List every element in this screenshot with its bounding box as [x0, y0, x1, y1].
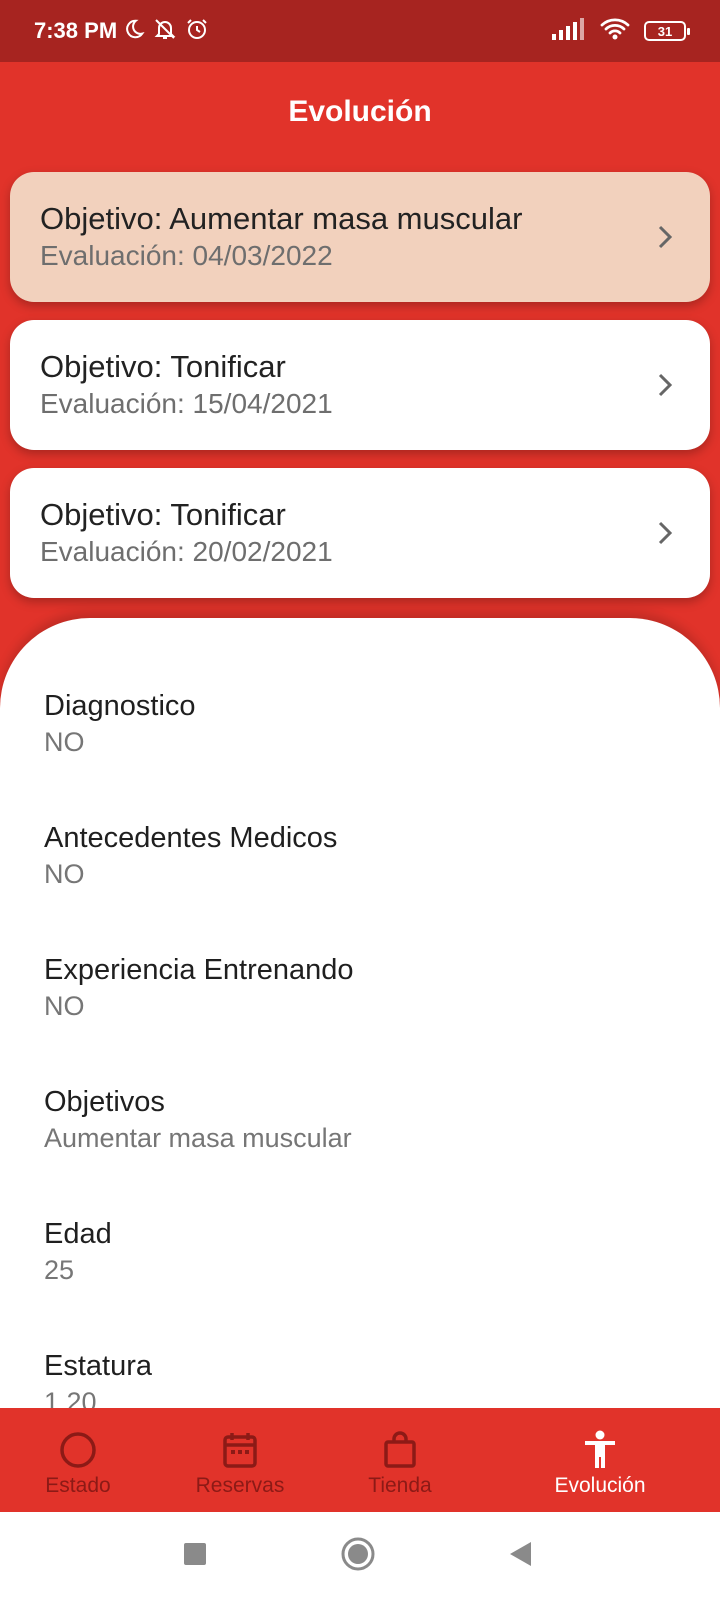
nav-label: Reservas [195, 1474, 285, 1497]
nav-item-tienda[interactable]: Tienda [340, 1408, 460, 1512]
alarm-icon [185, 17, 209, 46]
status-time: 7:38 PM [34, 18, 118, 43]
nav-label: Estado [45, 1474, 111, 1497]
battery-icon: 31 [644, 21, 690, 41]
detail-item: Diagnostico NO [44, 688, 676, 820]
nav-item-estado[interactable]: Estado [18, 1408, 138, 1512]
moon-icon [123, 18, 145, 45]
nav-label: Evolución [554, 1474, 646, 1497]
detail-item: Estatura 1.20 [44, 1348, 676, 1408]
evaluation-date: Evaluación: 15/04/2021 [40, 388, 333, 419]
detail-label: Edad [44, 1218, 112, 1250]
bottom-navigation: Estado Reservas Tienda Evolución [0, 1408, 720, 1512]
detail-item: Experiencia Entrenando NO [44, 952, 676, 1084]
detail-label: Diagnostico [44, 690, 196, 722]
detail-item: Objetivos Aumentar masa muscular [44, 1084, 676, 1216]
detail-label: Experiencia Entrenando [44, 954, 354, 986]
detail-label: Antecedentes Medicos [44, 822, 338, 854]
calendar-icon [222, 1430, 258, 1470]
detail-label: Estatura [44, 1350, 152, 1382]
detail-panel[interactable]: Diagnostico NO Antecedentes Medicos NO E… [0, 618, 720, 1408]
evaluation-date: Evaluación: 04/03/2022 [40, 240, 333, 271]
evaluation-card[interactable]: Objetivo: Tonificar Evaluación: 15/04/20… [10, 320, 710, 450]
detail-value: 25 [44, 1255, 75, 1285]
evaluation-goal: Objetivo: Tonificar [40, 349, 286, 384]
app-header: Evolución [0, 62, 720, 162]
chevron-right-icon [650, 518, 680, 548]
status-bar: 7:38 PM 31 [0, 0, 720, 62]
evaluation-goal: Objetivo: Tonificar [40, 497, 286, 532]
detail-value: Aumentar masa muscular [44, 1123, 352, 1153]
back-button[interactable] [500, 1534, 540, 1574]
system-navigation-bar [0, 1512, 720, 1600]
nav-item-evolucion[interactable]: Evolución [530, 1408, 670, 1512]
shopping-bag-icon [383, 1430, 417, 1470]
detail-value: NO [44, 859, 85, 889]
detail-item: Antecedentes Medicos NO [44, 820, 676, 952]
nav-label: Tienda [368, 1474, 432, 1497]
accessibility-icon [583, 1430, 617, 1470]
detail-value: 1.20 [44, 1387, 97, 1408]
detail-label: Objetivos [44, 1086, 165, 1118]
chevron-right-icon [650, 222, 680, 252]
detail-item: Edad 25 [44, 1216, 676, 1348]
wifi-icon [600, 17, 630, 46]
nav-item-reservas[interactable]: Reservas [180, 1408, 300, 1512]
page-title: Evolución [288, 95, 432, 128]
recent-apps-button[interactable] [175, 1534, 215, 1574]
evaluation-card[interactable]: Objetivo: Aumentar masa muscular Evaluac… [10, 172, 710, 302]
chevron-right-icon [650, 370, 680, 400]
detail-value: NO [44, 991, 85, 1021]
evaluation-card[interactable]: Objetivo: Tonificar Evaluación: 20/02/20… [10, 468, 710, 598]
detail-value: NO [44, 727, 85, 757]
bell-off-icon [153, 17, 177, 46]
signal-icon [552, 17, 586, 45]
home-button[interactable] [338, 1534, 378, 1574]
evaluation-goal: Objetivo: Aumentar masa muscular [40, 201, 523, 236]
circle-icon [59, 1430, 97, 1470]
evaluation-date: Evaluación: 20/02/2021 [40, 536, 333, 567]
